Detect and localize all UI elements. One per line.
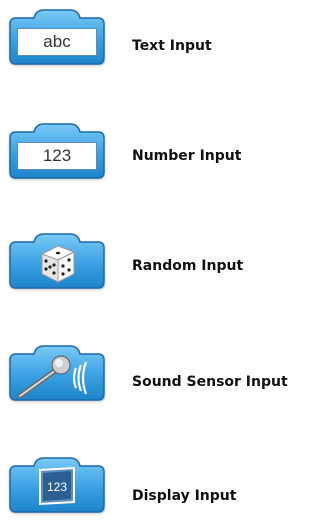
sound-sensor-input-block[interactable] bbox=[6, 342, 108, 402]
number-input-label: Number Input bbox=[132, 148, 242, 164]
sound-sensor-input-label: Sound Sensor Input bbox=[132, 374, 288, 390]
random-input-block[interactable] bbox=[6, 230, 108, 290]
text-input-label: Text Input bbox=[132, 38, 212, 54]
text-input-row[interactable]: abc Text Input bbox=[0, 0, 331, 70]
display-input-block[interactable]: 123 bbox=[6, 454, 108, 514]
display-input-label: Display Input bbox=[132, 488, 237, 504]
number-input-row[interactable]: 123 Number Input bbox=[0, 114, 331, 184]
display-icon-text: 123 bbox=[47, 480, 67, 494]
random-input-label: Random Input bbox=[132, 258, 244, 274]
number-field[interactable]: 123 bbox=[17, 142, 97, 170]
text-input-block[interactable]: abc bbox=[6, 6, 108, 66]
random-input-row[interactable]: Random Input bbox=[0, 224, 331, 294]
display-input-row[interactable]: 123 Display Input bbox=[0, 448, 331, 518]
sound-sensor-input-row[interactable]: Sound Sensor Input bbox=[0, 336, 331, 406]
number-input-block[interactable]: 123 bbox=[6, 120, 108, 180]
text-field[interactable]: abc bbox=[17, 28, 97, 56]
